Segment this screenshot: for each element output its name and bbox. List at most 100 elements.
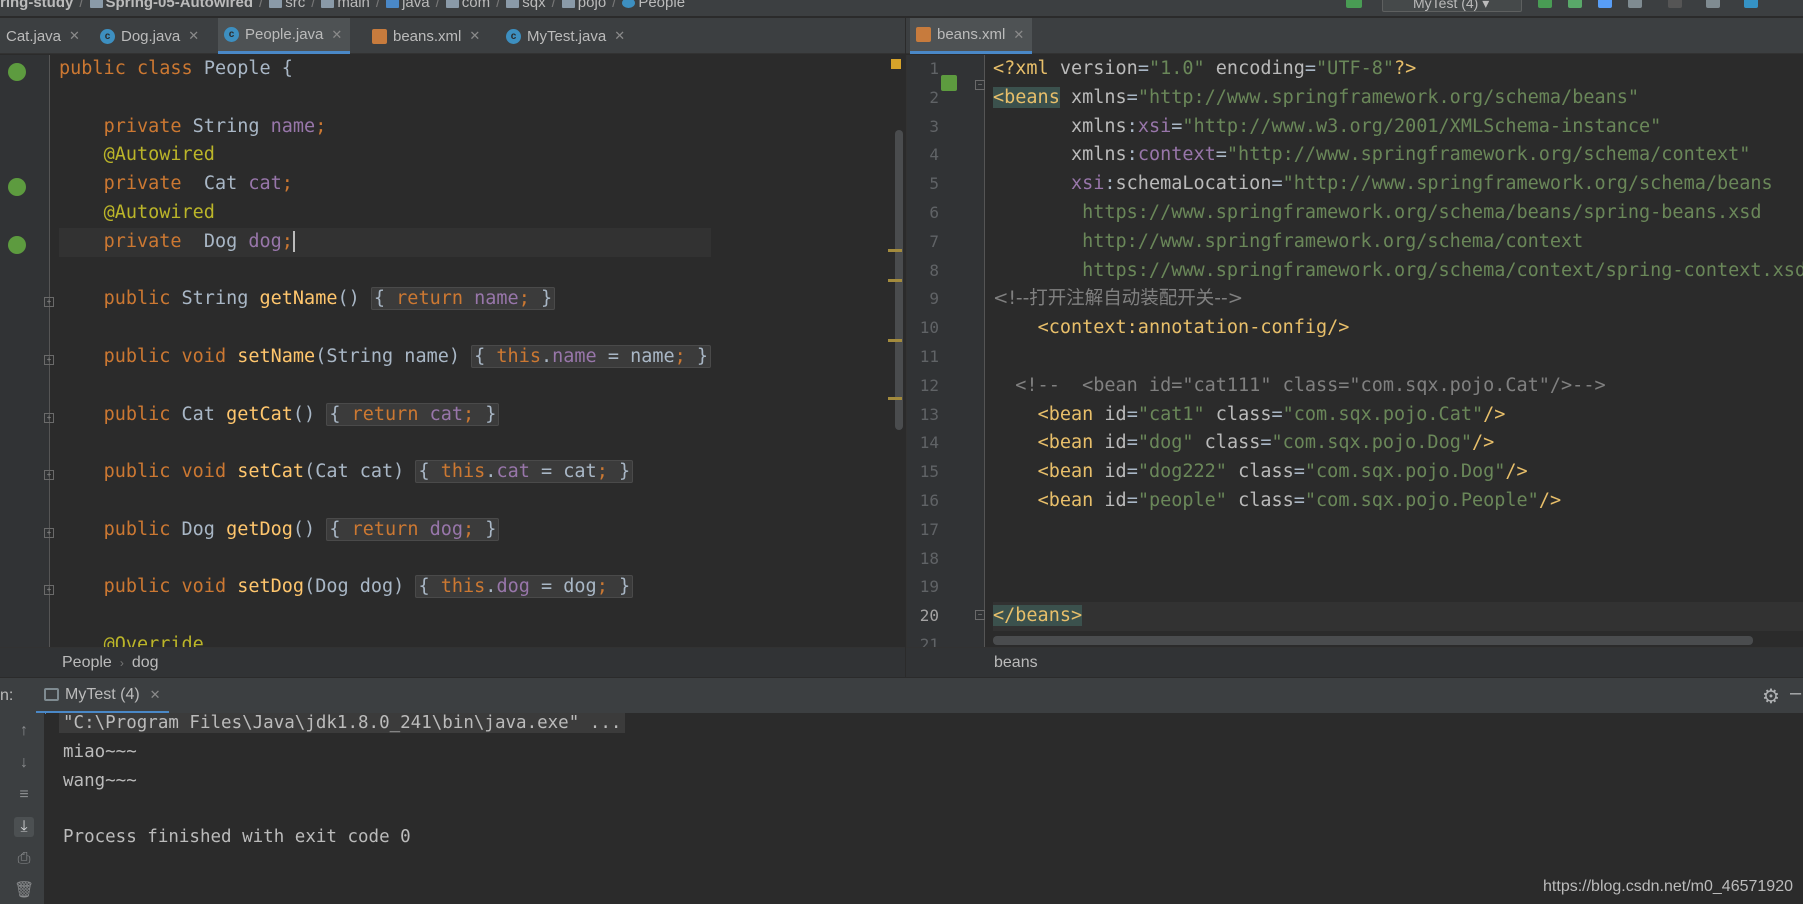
project-structure-icon[interactable] [1706,0,1720,8]
java-editor[interactable]: + + + + + + public class People { privat… [0,55,905,647]
fold-icon[interactable]: − [975,610,985,620]
autowired-navigate-icon[interactable] [8,236,26,254]
arrow-up-icon[interactable]: ↑ [14,721,34,741]
console-line: Process finished with exit code 0 [63,827,411,847]
fold-icon[interactable]: + [44,470,54,480]
code-line: @Autowired [103,144,215,166]
breadcrumb-field[interactable]: dog [132,654,159,672]
close-icon[interactable]: ✕ [331,27,342,43]
folder-icon [269,0,283,9]
chevron-right-icon: › [119,655,124,670]
run-side-toolbar: ↑ ↓ ≡ ⤓ ⎙ 🗑 [0,713,45,904]
run-configuration-select[interactable]: MyTest (4) ▾ [1382,0,1522,12]
soft-wrap-icon[interactable]: ≡ [14,785,34,805]
arrow-down-icon[interactable]: ↓ [14,753,34,773]
close-icon[interactable]: ✕ [69,28,80,44]
debug-icon[interactable] [1568,0,1582,8]
spring-bean-icon[interactable] [941,75,957,91]
tab-beans-xml-right[interactable]: beans.xml ✕ [910,18,1033,54]
code-line: <bean id="dog222" class="com.sqx.pojo.Do… [1037,461,1528,483]
code-line: <beans xmlns="http://www.springframework… [993,86,1640,108]
run-tab-mytest[interactable]: MyTest (4) ✕ [36,678,169,714]
close-icon[interactable]: ✕ [614,28,625,44]
class-icon: c [506,28,521,44]
editor-tabs-right: beans.xml ✕ [906,18,1803,54]
tab-mytest-java[interactable]: c MyTest.java ✕ [500,18,633,54]
code-line: <bean id="cat1" class="com.sqx.pojo.Cat"… [1037,403,1506,425]
fold-icon[interactable]: + [44,585,54,595]
nav-project[interactable]: ring-study [0,0,73,11]
coverage-icon[interactable] [1598,0,1612,8]
nav-pojo[interactable]: pojo [561,0,606,11]
warning-stripe[interactable] [888,249,902,252]
close-icon[interactable]: ✕ [150,687,161,703]
breadcrumb-class[interactable]: People [62,654,112,672]
vertical-scrollbar[interactable] [893,55,903,647]
close-icon[interactable]: ✕ [469,28,480,44]
build-hammer-icon[interactable] [1346,0,1362,8]
fold-icon[interactable]: − [975,80,985,90]
nav-src[interactable]: src [269,0,305,11]
tab-dog-java[interactable]: c Dog.java ✕ [94,18,207,54]
package-icon [561,0,575,9]
tab-cat-java[interactable]: Cat.java ✕ [0,18,88,54]
watermark: https://blog.csdn.net/m0_46571920 [1543,878,1793,895]
editor-gutter: 1 2 3 4 5 6 7 8 9 10 11 12 13 14 15 16 1… [907,55,985,647]
trash-icon[interactable]: 🗑 [14,881,34,901]
fold-icon[interactable]: + [44,413,54,423]
nav-module[interactable]: Spring-05-Autowired [89,0,253,11]
code-line: public void setName(String name) { this.… [59,343,712,372]
warning-stripe[interactable] [888,397,902,400]
xml-editor[interactable]: 1 2 3 4 5 6 7 8 9 10 11 12 13 14 15 16 1… [906,55,1803,647]
search-everywhere-icon[interactable] [1744,0,1758,8]
class-icon: c [224,27,239,42]
java-code[interactable]: public class People { private String nam… [59,55,712,647]
editor-gutter: + + + + + + [0,55,54,647]
close-icon[interactable]: ✕ [188,28,199,44]
nav-main[interactable]: main [321,0,370,11]
autowired-navigate-icon[interactable] [8,178,26,196]
fold-icon[interactable]: + [44,355,54,365]
profile-icon[interactable] [1628,0,1642,8]
scroll-to-end-icon[interactable]: ⤓ [14,817,34,837]
warning-stripe[interactable] [888,339,902,342]
nav-sqx[interactable]: sqx [506,0,546,11]
close-icon[interactable]: ✕ [1013,27,1024,43]
nav-people[interactable]: People [622,0,685,11]
code-line: public class People { [59,58,293,79]
tab-beans-xml[interactable]: beans.xml ✕ [366,18,488,54]
fold-icon[interactable]: + [44,297,54,307]
xml-code[interactable]: <?xml version="1.0" encoding="UTF-8"?> <… [993,55,1803,631]
breadcrumb-tag[interactable]: beans [994,654,1038,672]
navigation-bar: ring-study / Spring-05-Autowired / src /… [0,0,1803,16]
package-icon [506,0,520,9]
print-icon[interactable]: ⎙ [14,849,34,869]
code-line: <bean id="dog" class="com.sqx.pojo.Dog"/… [1037,432,1495,454]
code-line: private Cat cat; [103,173,293,195]
code-line: private String name; [103,115,327,137]
gear-icon[interactable]: ⚙ [1762,684,1780,709]
editor-breadcrumb-left: People › dog [0,647,905,677]
xml-icon [916,27,931,42]
code-line: @Override [103,633,204,647]
code-line: public Cat getCat() { return cat; } [59,401,711,430]
code-line: <bean id="people" class="com.sqx.pojo.Pe… [1037,489,1562,511]
stop-icon[interactable] [1668,0,1682,8]
tab-people-java[interactable]: c People.java ✕ [218,18,351,54]
run-icon[interactable] [1538,0,1552,8]
code-line: public Dog getDog() { return dog; } [59,516,711,545]
nav-com[interactable]: com [445,0,490,11]
console-command-line[interactable]: "C:\Program Files\Java\jdk1.8.0_241\bin\… [59,713,626,733]
console-line: miao~~~ [63,742,137,762]
warning-stripe[interactable] [888,279,902,282]
horizontal-scrollbar[interactable] [993,636,1753,645]
minimize-icon[interactable]: – [1790,682,1801,705]
folder-icon [386,0,400,9]
console-output[interactable]: "C:\Program Files\Java\jdk1.8.0_241\bin\… [46,713,1803,904]
fold-icon[interactable]: + [44,528,54,538]
code-line: public void setDog(Dog dog) { this.dog =… [59,573,711,602]
code-line: public String getName() { return name; } [59,285,711,314]
code-line: http://www.springframework.org/schema/co… [1082,230,1584,252]
nav-java[interactable]: java [386,0,430,11]
bean-class-icon[interactable] [8,63,26,81]
